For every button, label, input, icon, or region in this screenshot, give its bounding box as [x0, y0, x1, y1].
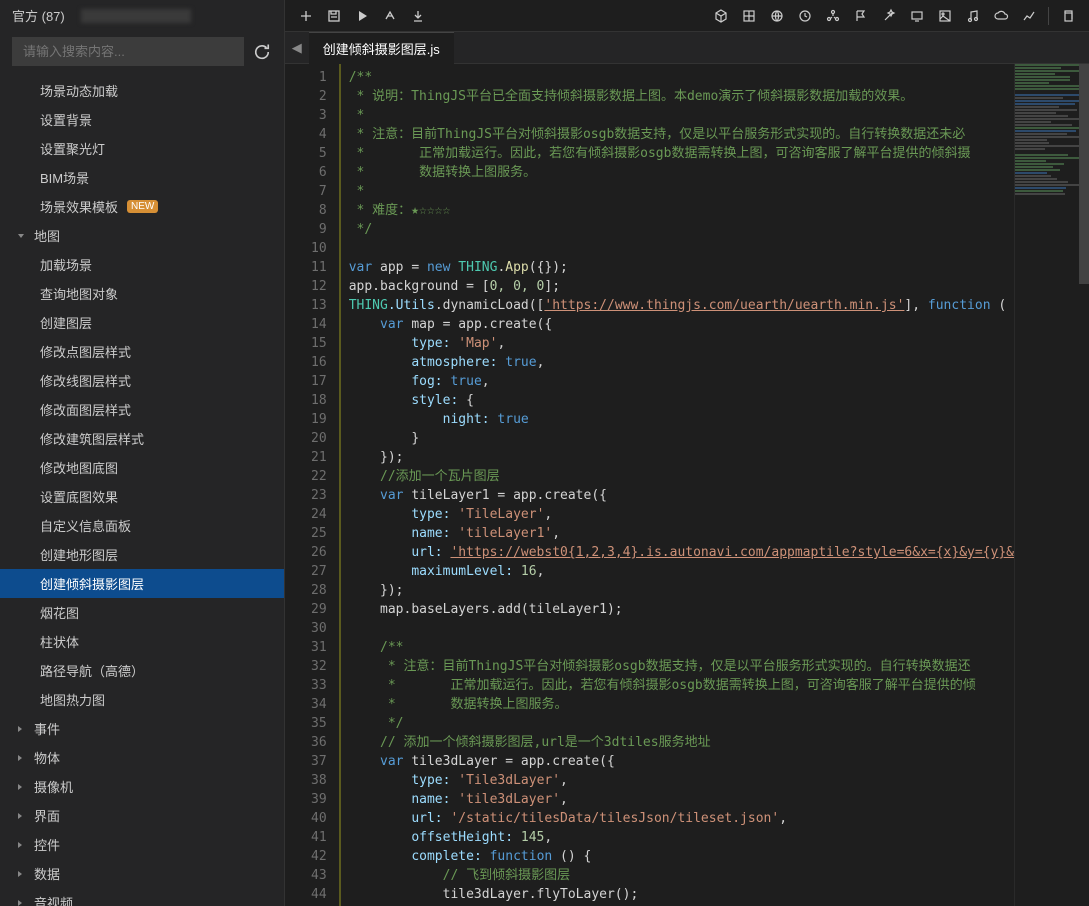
tab-prev-icon[interactable]: ◀	[285, 32, 309, 64]
cloud-icon[interactable]	[988, 3, 1014, 29]
copy-icon[interactable]	[1055, 3, 1081, 29]
line-gutter: 1234567891011121314151617181920212223242…	[285, 64, 339, 906]
main: ◀ 创建倾斜摄影图层.js 12345678910111213141516171…	[285, 0, 1089, 906]
chart-icon[interactable]	[1016, 3, 1042, 29]
grid-icon[interactable]	[736, 3, 762, 29]
toolbar-divider	[1048, 7, 1049, 25]
tree-item[interactable]: 事件	[0, 714, 284, 743]
tree-item[interactable]: 音视频	[0, 888, 284, 906]
toolbar	[285, 0, 1089, 32]
share-icon[interactable]	[377, 3, 403, 29]
sidebar-header: 官方 (87)	[0, 0, 284, 31]
tree-item[interactable]: 加载场景	[0, 250, 284, 279]
tree-item[interactable]: 界面	[0, 801, 284, 830]
tree-item[interactable]: 柱状体	[0, 627, 284, 656]
refresh-icon[interactable]	[252, 42, 272, 62]
sidebar-tab-official[interactable]: 官方 (87)	[12, 6, 65, 25]
flag-icon[interactable]	[848, 3, 874, 29]
image-icon[interactable]	[932, 3, 958, 29]
run-icon[interactable]	[349, 3, 375, 29]
search-input[interactable]	[12, 37, 244, 66]
tree-item[interactable]: 控件	[0, 830, 284, 859]
tree-item[interactable]: 创建倾斜摄影图层	[0, 569, 284, 598]
new-badge: NEW	[127, 200, 158, 213]
download-icon[interactable]	[405, 3, 431, 29]
globe-icon[interactable]	[764, 3, 790, 29]
tree-item[interactable]: 创建地形图层	[0, 540, 284, 569]
tree-item[interactable]: 设置底图效果	[0, 482, 284, 511]
tree-item[interactable]: 设置聚光灯	[0, 134, 284, 163]
tree-item[interactable]: 修改点图层样式	[0, 337, 284, 366]
cube-icon[interactable]	[708, 3, 734, 29]
screen-icon[interactable]	[904, 3, 930, 29]
tree-item[interactable]: 数据	[0, 859, 284, 888]
tab-bar: ◀ 创建倾斜摄影图层.js	[285, 32, 1089, 64]
tree-item[interactable]: 修改面图层样式	[0, 395, 284, 424]
tree-item[interactable]: 修改地图底图	[0, 453, 284, 482]
editor[interactable]: 1234567891011121314151617181920212223242…	[285, 64, 1089, 906]
tree-item[interactable]: 查询地图对象	[0, 279, 284, 308]
tree-item[interactable]: 路径导航（高德）	[0, 656, 284, 685]
music-icon[interactable]	[960, 3, 986, 29]
sidebar-blur	[81, 9, 191, 23]
tree-item[interactable]: 场景效果模板NEW	[0, 192, 284, 221]
tree-item[interactable]: 物体	[0, 743, 284, 772]
nodes-icon[interactable]	[820, 3, 846, 29]
tree-item[interactable]: 自定义信息面板	[0, 511, 284, 540]
tree-item[interactable]: 地图	[0, 221, 284, 250]
tree-item[interactable]: 创建图层	[0, 308, 284, 337]
sidebar-tree: 场景动态加载设置背景设置聚光灯BIM场景场景效果模板NEW地图加载场景查询地图对…	[0, 72, 284, 906]
minimap[interactable]	[1014, 64, 1089, 906]
file-tab[interactable]: 创建倾斜摄影图层.js	[309, 32, 454, 64]
new-icon[interactable]	[293, 3, 319, 29]
tree-item[interactable]: 修改建筑图层样式	[0, 424, 284, 453]
tree-item[interactable]: 设置背景	[0, 105, 284, 134]
tree-item[interactable]: BIM场景	[0, 163, 284, 192]
tree-item[interactable]: 修改线图层样式	[0, 366, 284, 395]
clock-icon[interactable]	[792, 3, 818, 29]
tree-item[interactable]: 地图热力图	[0, 685, 284, 714]
minimap-thumb[interactable]	[1079, 64, 1089, 284]
magic-icon[interactable]	[876, 3, 902, 29]
code-area[interactable]: /** * 说明：ThingJS平台已全面支持倾斜摄影数据上图。本demo演示了…	[339, 64, 1014, 906]
save-icon[interactable]	[321, 3, 347, 29]
tree-item[interactable]: 场景动态加载	[0, 76, 284, 105]
tree-item[interactable]: 烟花图	[0, 598, 284, 627]
sidebar: 官方 (87) 场景动态加载设置背景设置聚光灯BIM场景场景效果模板NEW地图加…	[0, 0, 285, 906]
tree-item[interactable]: 摄像机	[0, 772, 284, 801]
